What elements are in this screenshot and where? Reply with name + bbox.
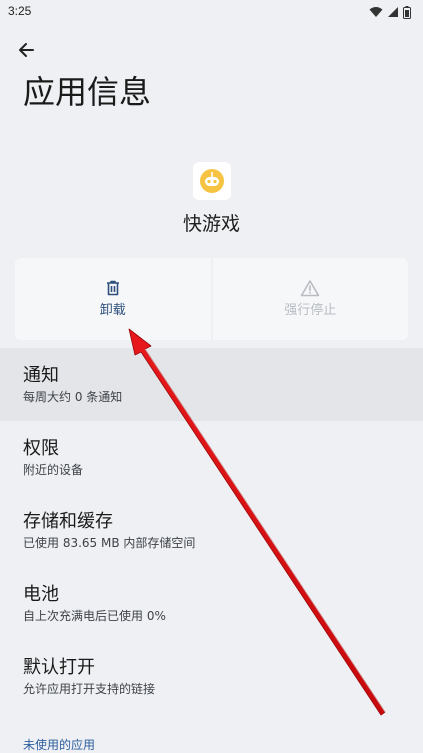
setting-title: 电池	[23, 583, 59, 605]
setting-battery[interactable]: 电池 自上次充满电后已使用 0%	[0, 567, 423, 640]
back-button[interactable]	[10, 34, 42, 66]
setting-title: 默认打开	[23, 656, 95, 678]
setting-storage-cache[interactable]: 存储和缓存 已使用 83.65 MB 内部存储空间	[0, 494, 423, 567]
robot-face-icon	[200, 169, 224, 193]
setting-title: 通知	[23, 364, 59, 386]
setting-open-by-default[interactable]: 默认打开 允许应用打开支持的链接	[0, 640, 423, 713]
trash-icon	[106, 280, 119, 296]
unused-apps-link[interactable]: 未使用的应用	[23, 737, 95, 753]
wifi-icon	[369, 7, 383, 17]
setting-subtitle: 允许应用打开支持的链接	[23, 681, 156, 696]
status-time: 3:25	[8, 4, 32, 18]
setting-title: 权限	[23, 437, 59, 459]
setting-subtitle: 已使用 83.65 MB 内部存储空间	[23, 535, 196, 550]
setting-subtitle: 自上次充满电后已使用 0%	[23, 608, 166, 623]
setting-permissions[interactable]: 权限 附近的设备	[0, 421, 423, 494]
setting-notifications[interactable]: 通知 每周大约 0 条通知	[0, 348, 423, 421]
action-row: 卸载 强行停止	[15, 258, 408, 340]
app-name: 快游戏	[182, 213, 240, 235]
app-icon	[193, 162, 231, 200]
force-stop-button[interactable]: 强行停止	[212, 258, 408, 340]
page-title: 应用信息	[23, 73, 152, 111]
settings-list: 通知 每周大约 0 条通知 权限 附近的设备 存储和缓存 已使用 83.65 M…	[0, 348, 423, 713]
force-stop-label: 强行停止	[284, 303, 337, 318]
status-bar: 3:25	[0, 0, 423, 24]
uninstall-label: 卸载	[99, 303, 126, 318]
uninstall-button[interactable]: 卸载	[15, 258, 211, 340]
setting-subtitle: 每周大约 0 条通知	[23, 389, 123, 404]
setting-subtitle: 附近的设备	[23, 462, 84, 477]
warning-icon	[300, 280, 320, 297]
setting-title: 存储和缓存	[23, 510, 113, 532]
arrow-left-icon	[19, 43, 34, 57]
cellular-signal-icon	[388, 7, 398, 17]
status-icons	[369, 5, 411, 19]
battery-icon	[403, 5, 411, 19]
